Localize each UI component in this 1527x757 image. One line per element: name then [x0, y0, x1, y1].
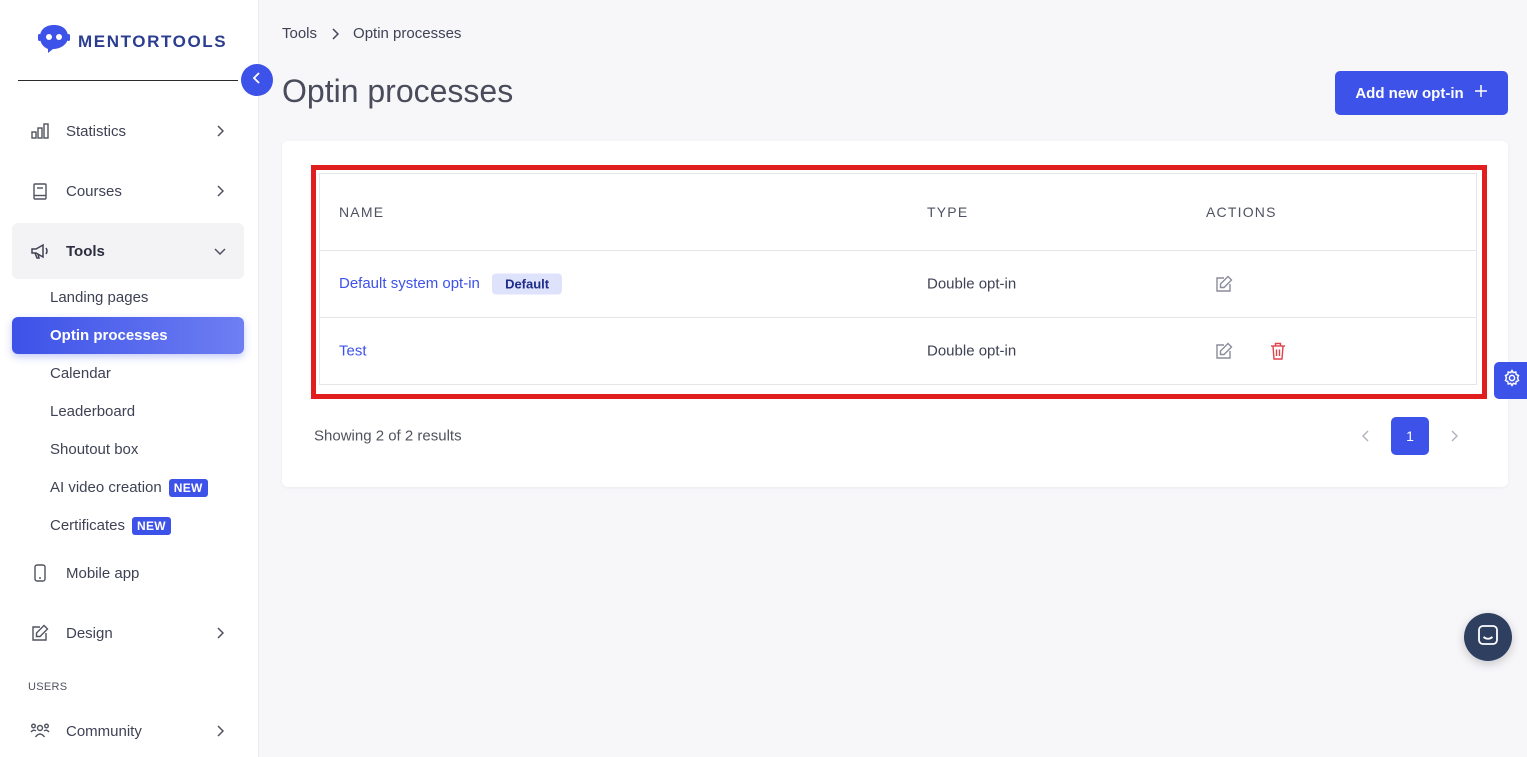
sidebar-subitem-label: Landing pages [50, 289, 149, 306]
sidebar-item-courses[interactable]: Courses [12, 163, 244, 219]
sidebar-divider [18, 80, 238, 81]
breadcrumb-link-tools[interactable]: Tools [282, 25, 317, 42]
optin-type: Double opt-in [927, 342, 1017, 360]
section-label-users: USERS [28, 681, 68, 693]
row-divider [320, 317, 1476, 318]
sidebar-item-statistics[interactable]: Statistics [12, 103, 244, 159]
sidebar-item-tools[interactable]: Tools [12, 223, 244, 279]
default-tag: Default [492, 273, 563, 295]
sidebar-item-label: Courses [66, 182, 122, 200]
logo-text: MENTORTOOLS [78, 31, 228, 51]
phone-icon [30, 563, 50, 583]
pagination-next-icon[interactable] [1448, 430, 1460, 442]
sidebar-subitem-label: Optin processes [50, 327, 168, 344]
chevron-left-icon [252, 71, 262, 90]
trash-icon[interactable] [1267, 340, 1289, 362]
chevron-right-icon [214, 185, 226, 197]
chevron-right-icon [331, 27, 340, 40]
sidebar-subitem-ai-video-creation[interactable]: AI video creation NEW [12, 469, 244, 506]
add-new-optin-button[interactable]: Add new opt-in [1335, 71, 1508, 115]
optin-type: Double opt-in [927, 275, 1017, 293]
bar-chart-icon [30, 121, 50, 141]
page-title: Optin processes [282, 73, 514, 109]
chat-icon [1477, 624, 1499, 651]
sidebar-item-design[interactable]: Design [12, 605, 244, 661]
logo[interactable]: MENTORTOOLS [38, 24, 227, 59]
sidebar: MENTORTOOLS Statistics Courses Tools Lan… [0, 0, 259, 757]
sidebar-subitem-label: Calendar [50, 365, 111, 382]
sidebar-item-label: Community [66, 722, 142, 740]
column-header-type[interactable]: TYPE [927, 204, 968, 220]
chevron-right-icon [214, 125, 226, 137]
new-badge: NEW [168, 478, 208, 497]
sidebar-subitem-label: Shoutout box [50, 441, 139, 458]
sidebar-subitem-label: Leaderboard [50, 403, 136, 420]
pagination-page-button[interactable]: 1 [1391, 417, 1429, 455]
sidebar-subitem-landing-pages[interactable]: Landing pages [12, 279, 244, 316]
column-header-actions: ACTIONS [1206, 204, 1277, 220]
sidebar-subitem-leaderboard[interactable]: Leaderboard [12, 393, 244, 430]
chevron-down-icon [214, 245, 226, 257]
breadcrumb-current: Optin processes [353, 25, 462, 42]
pencil-square-icon [30, 623, 50, 643]
optin-name-link[interactable]: Test [339, 343, 367, 360]
megaphone-icon [30, 241, 50, 261]
sidebar-subitem-label: Certificates [50, 517, 126, 534]
row-divider [320, 250, 1476, 251]
breadcrumb: Tools Optin processes [282, 25, 461, 42]
pagination-prev-icon[interactable] [1360, 430, 1372, 442]
sidebar-item-mobile-app[interactable]: Mobile app [12, 545, 244, 601]
sidebar-item-label: Design [66, 624, 113, 642]
chevron-right-icon [214, 725, 226, 737]
sidebar-item-community[interactable]: Community [12, 703, 244, 757]
book-icon [30, 181, 50, 201]
users-icon [30, 721, 50, 741]
edit-icon[interactable] [1213, 340, 1235, 362]
chevron-right-icon [214, 627, 226, 639]
sidebar-subitem-label: AI video creation [50, 479, 162, 496]
add-button-label: Add new opt-in [1355, 84, 1464, 102]
sidebar-subitem-certificates[interactable]: Certificates NEW [12, 507, 244, 544]
edit-icon[interactable] [1213, 273, 1235, 295]
optin-name-link[interactable]: Default system opt-in [339, 275, 480, 292]
sidebar-subitem-calendar[interactable]: Calendar [12, 355, 244, 392]
new-badge: NEW [132, 516, 171, 535]
sidebar-item-label: Mobile app [66, 564, 140, 582]
results-summary: Showing 2 of 2 results [314, 427, 462, 445]
sidebar-subitem-shoutout-box[interactable]: Shoutout box [12, 431, 244, 468]
chat-launcher-button[interactable] [1464, 613, 1512, 661]
sidebar-item-label: Statistics [66, 122, 127, 140]
plus-icon [1474, 84, 1488, 102]
column-header-name[interactable]: NAME [339, 204, 384, 220]
robot-logo-icon [38, 24, 70, 59]
sidebar-item-label: Tools [66, 242, 105, 260]
collapse-sidebar-button[interactable] [241, 64, 273, 96]
settings-tab-button[interactable] [1494, 362, 1527, 399]
sidebar-subitem-optin-processes[interactable]: Optin processes [12, 317, 244, 354]
gear-icon [1503, 369, 1521, 392]
table-row: Default system opt-in Default [339, 273, 563, 295]
row-divider [320, 384, 1476, 385]
